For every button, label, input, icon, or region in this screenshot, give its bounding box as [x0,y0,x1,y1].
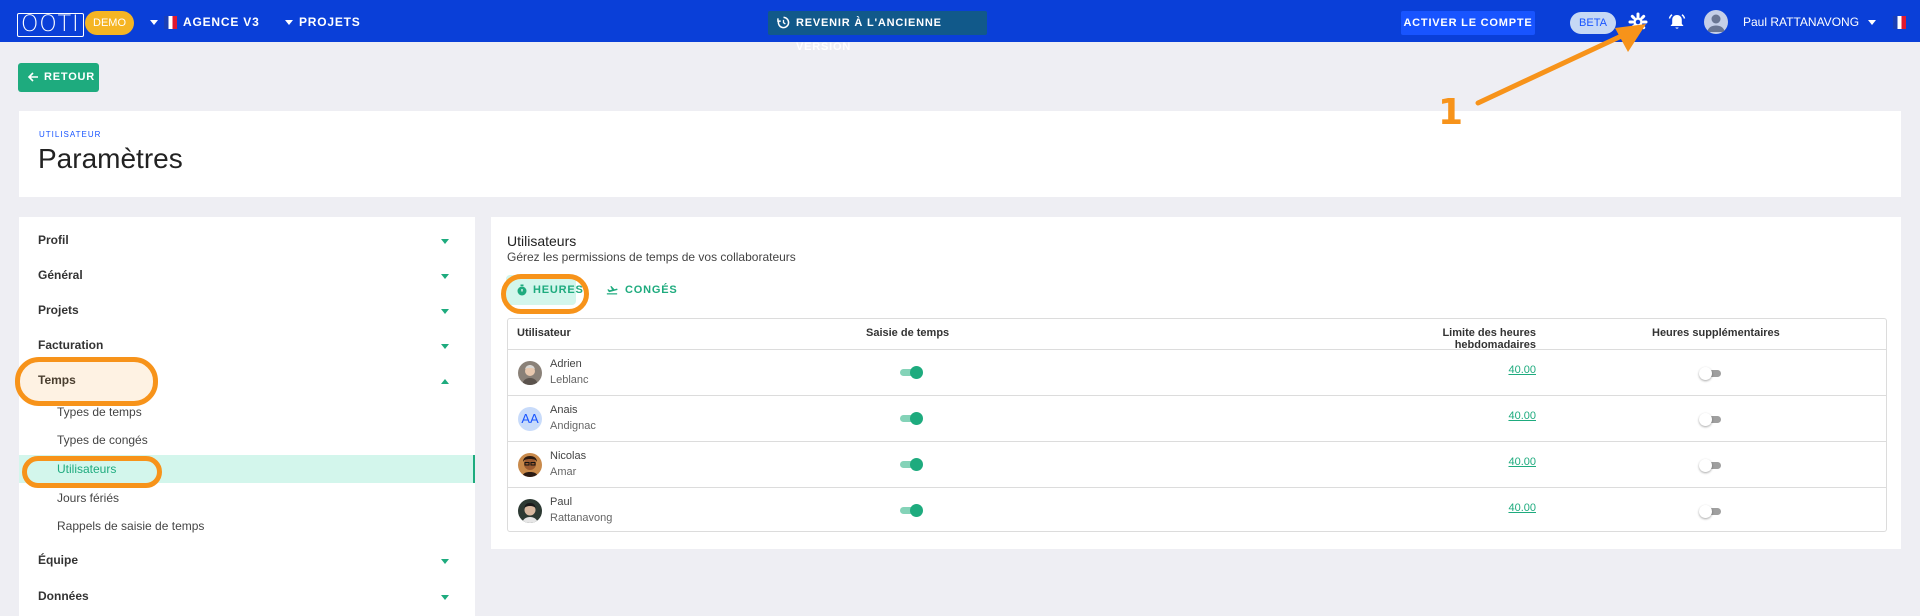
sidebar-item-general[interactable]: Général [38,268,83,282]
projects-menu[interactable]: PROJETS [285,0,361,42]
chevron-down-icon[interactable] [441,344,449,349]
weekly-limit-link[interactable]: 40.00 [1500,410,1536,422]
chevron-up-icon[interactable] [441,379,449,384]
page-header: UTILISATEUR Paramètres [19,111,1901,197]
tab-conges[interactable]: CONGÉS [606,275,677,305]
table-row: Nicolas Amar 40.00 [508,441,1886,487]
user-last-name: Amar [550,466,577,478]
chevron-down-icon[interactable] [1868,20,1876,25]
arrow-left-icon [27,72,38,82]
annotation-step-number: 1 [1438,92,1464,133]
ooti-logo[interactable]: OOTI [17,10,84,37]
chevron-down-icon[interactable] [441,274,449,279]
user-first-name: Nicolas [550,450,587,462]
time-entry-toggle[interactable] [900,504,923,517]
chevron-down-icon[interactable] [441,595,449,600]
table-row: Paul Rattanavong 40.00 [508,487,1886,533]
users-permissions-card: Utilisateurs Gérez les permissions de te… [491,217,1901,549]
projects-label: PROJETS [299,15,361,29]
sidebar-item-equipe[interactable]: Équipe [38,553,78,567]
sidebar-item-facturation[interactable]: Facturation [38,338,103,352]
agency-selector[interactable]: AGENCE V3 [150,0,260,42]
page-kicker: UTILISATEUR [39,130,102,139]
stopwatch-icon [517,284,527,296]
history-icon [777,16,790,29]
weekly-limit-link[interactable]: 40.00 [1500,502,1536,514]
overtime-toggle[interactable] [1699,366,1723,380]
sidebar-item-temps[interactable]: Temps [38,373,76,387]
overtime-toggle[interactable] [1699,504,1723,518]
chevron-down-icon[interactable] [441,239,449,244]
overtime-toggle[interactable] [1699,412,1723,426]
revert-old-version-button[interactable]: REVENIR À L'ANCIENNE VERSION [768,11,987,53]
sidebar-subitem-rappels[interactable]: Rappels de saisie de temps [57,519,204,533]
notifications-icon[interactable] [1667,12,1687,32]
time-entry-toggle[interactable] [900,458,923,471]
chevron-down-icon[interactable] [441,559,449,564]
chevron-down-icon[interactable] [441,309,449,314]
avatar: AA [518,407,542,431]
revert-label: REVENIR À L'ANCIENNE VERSION [796,17,942,53]
airplane-icon [606,286,618,295]
sidebar-item-profil[interactable]: Profil [38,233,69,247]
back-label: RETOUR [44,71,96,83]
tab-heures-label: HEURES [533,284,584,296]
section-subtitle: Gérez les permissions de temps de vos co… [507,250,796,264]
annotation-arrow-icon [1475,24,1646,106]
sidebar-item-projets[interactable]: Projets [38,303,79,317]
sidebar-subitem-utilisateurs[interactable]: Utilisateurs [57,462,116,476]
user-first-name: Anais [550,404,578,416]
overtime-toggle[interactable] [1699,458,1723,472]
chevron-down-icon [285,20,293,26]
time-entry-toggle[interactable] [900,412,923,425]
weekly-limit-link[interactable]: 40.00 [1500,364,1536,376]
french-flag-icon[interactable] [1893,16,1906,29]
sidebar-subitem-types-de-temps[interactable]: Types de temps [57,405,142,419]
page-title: Paramètres [38,143,183,174]
french-flag-icon [164,16,177,30]
user-last-name: Andignac [550,420,596,432]
back-button[interactable]: RETOUR [18,63,99,92]
chevron-down-icon [150,20,158,26]
settings-sidebar: Profil Général Projets Facturation Temps… [19,217,475,616]
user-last-name: Rattanavong [550,512,613,524]
column-header-saisie-de-temps[interactable]: Saisie de temps [866,327,949,339]
avatar [518,453,542,477]
user-first-name: Adrien [550,358,582,370]
weekly-limit-link[interactable]: 40.00 [1500,456,1536,468]
sidebar-item-donnees[interactable]: Données [38,589,89,603]
avatar [518,499,542,523]
time-entry-toggle[interactable] [900,366,923,379]
user-last-name: Leblanc [550,374,589,386]
sidebar-subitem-types-de-conges[interactable]: Types de congés [57,433,148,447]
avatar [518,361,542,385]
table-row: AA Anais Andignac 40.00 [508,395,1886,441]
users-table: Utilisateur Saisie de temps Limite des h… [507,318,1887,532]
user-avatar-icon[interactable] [1704,10,1728,34]
section-title: Utilisateurs [507,233,577,249]
table-row: Adrien Leblanc 40.00 [508,349,1886,395]
column-header-utilisateur[interactable]: Utilisateur [517,327,571,339]
sidebar-subitem-jours-feries[interactable]: Jours fériés [57,491,119,505]
tab-heures[interactable]: HEURES [506,275,583,305]
user-name[interactable]: Paul RATTANAVONG [1743,0,1859,44]
column-header-heures-supplementaires[interactable]: Heures supplémentaires [1652,327,1780,339]
tab-conges-label: CONGÉS [625,284,678,296]
column-header-limite-hebdomadaire[interactable]: Limite des heures hebdomadaires [1360,327,1536,351]
demo-badge: DEMO [85,11,134,35]
agency-label: AGENCE V3 [183,15,260,29]
user-first-name: Paul [550,496,573,508]
